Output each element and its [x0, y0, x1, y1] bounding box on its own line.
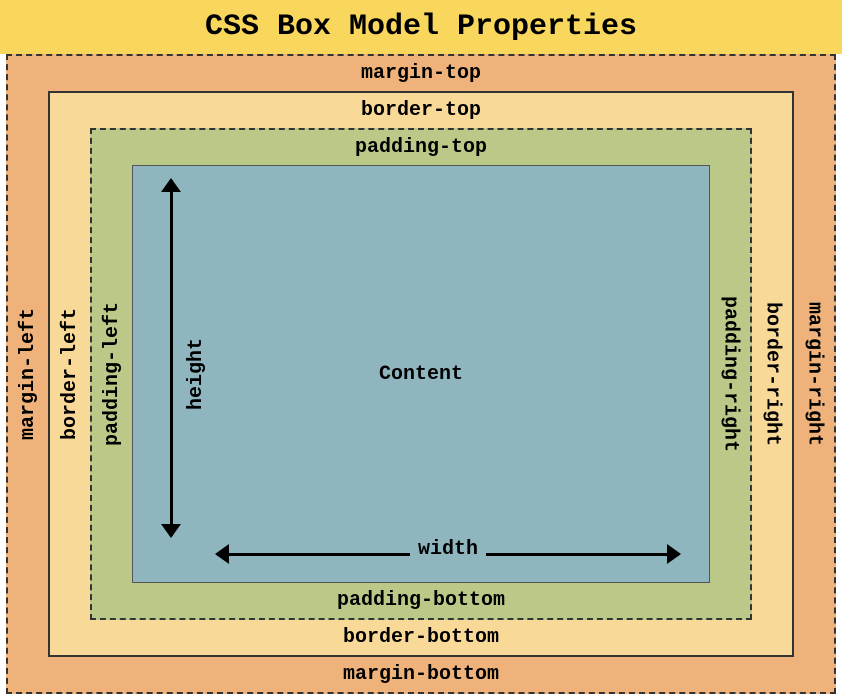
margin-bottom-label: margin-bottom	[8, 657, 834, 692]
margin-layer: margin-top margin-left border-top border…	[6, 54, 836, 694]
border-layer: border-top border-left padding-top paddi…	[48, 91, 794, 657]
arrow-right-icon	[667, 544, 681, 564]
box-model-diagram: margin-top margin-left border-top border…	[0, 54, 842, 700]
padding-top-label: padding-top	[92, 130, 750, 165]
width-label: width	[410, 538, 486, 561]
border-left-label: border-left	[50, 128, 90, 620]
margin-left-label: margin-left	[8, 91, 48, 657]
border-top-label: border-top	[50, 93, 792, 128]
content-layer: Content height	[132, 165, 710, 583]
border-right-label: border-right	[752, 128, 792, 620]
arrow-down-icon	[161, 524, 181, 538]
width-arrow: width	[217, 544, 679, 564]
padding-right-label: padding-right	[710, 165, 750, 583]
padding-left-label: padding-left	[92, 165, 132, 583]
padding-bottom-label: padding-bottom	[92, 583, 750, 618]
height-arrow	[161, 180, 181, 536]
page-title: CSS Box Model Properties	[0, 0, 842, 54]
margin-right-label: margin-right	[794, 91, 834, 657]
border-bottom-label: border-bottom	[50, 620, 792, 655]
margin-top-label: margin-top	[8, 56, 834, 91]
content-label: Content	[379, 363, 463, 386]
padding-layer: padding-top padding-left Content	[90, 128, 752, 620]
height-label: height	[185, 338, 208, 410]
